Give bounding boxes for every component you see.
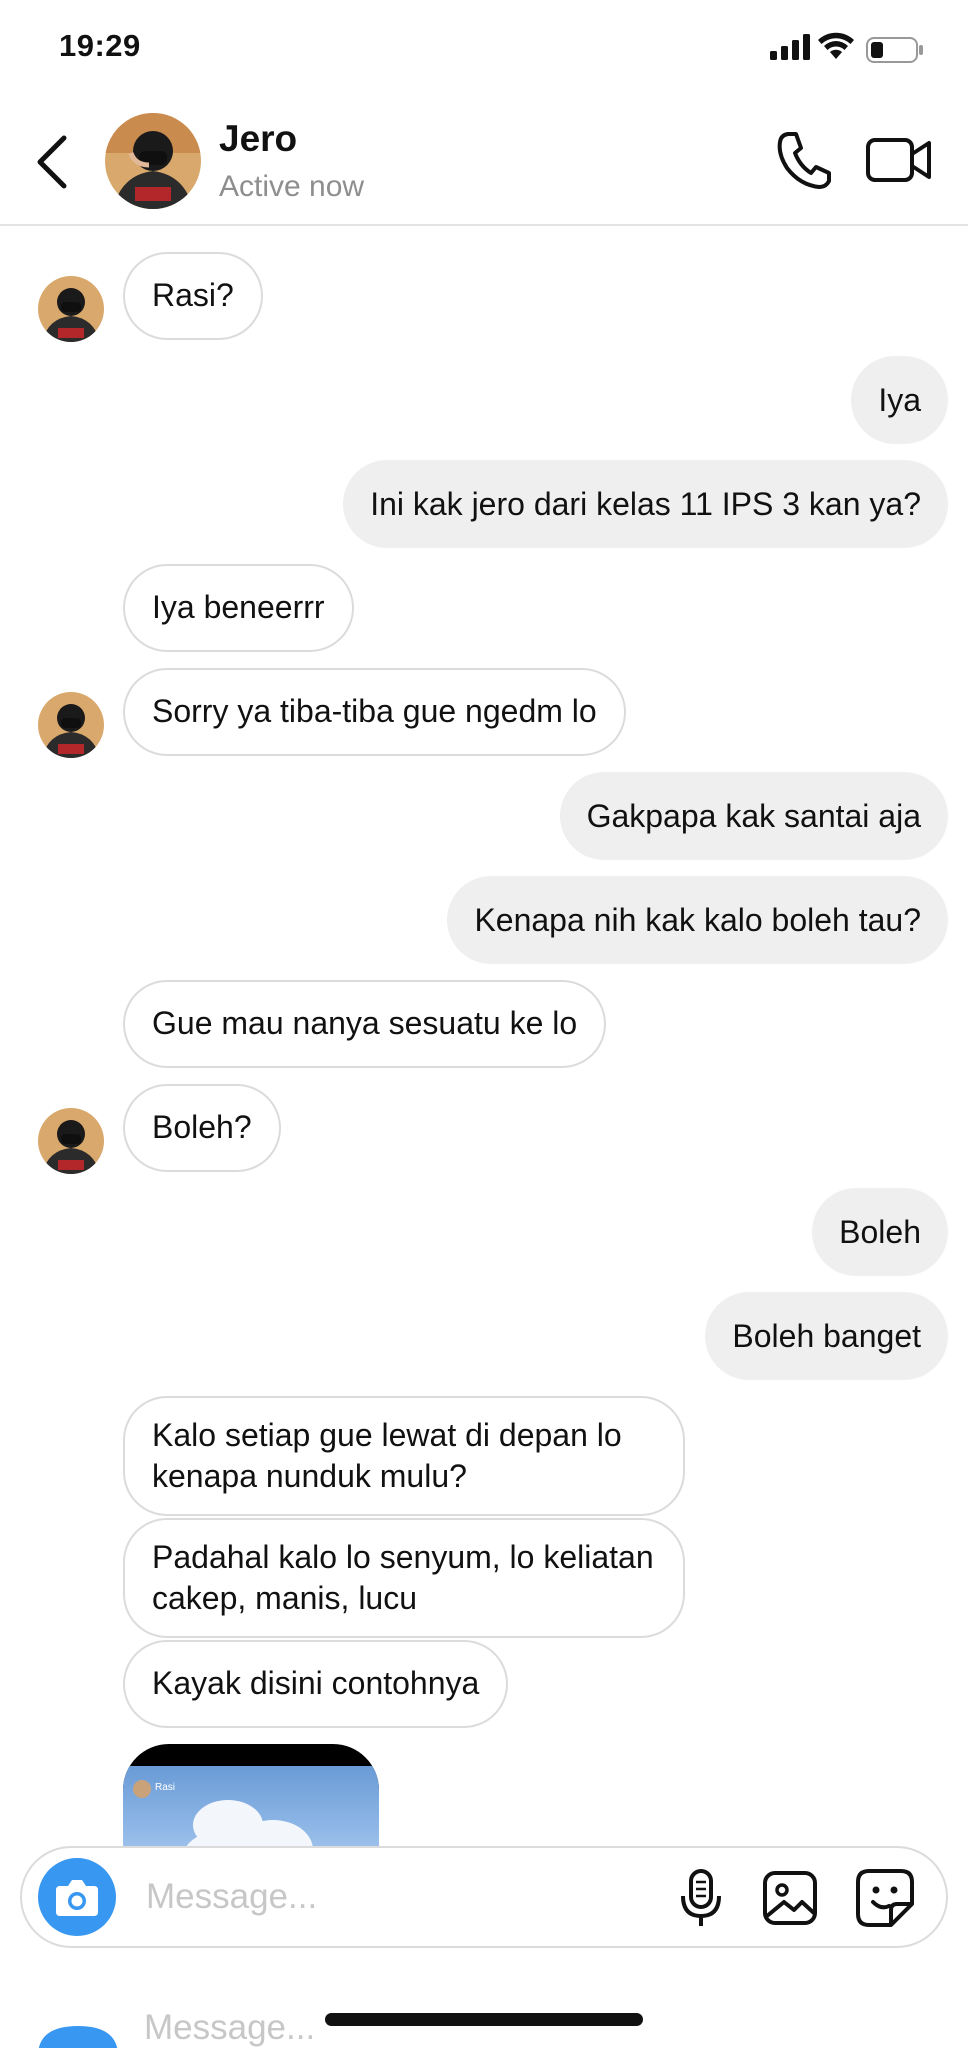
received-message[interactable]: Kalo setiap gue lewat di depan lo kenapa… bbox=[123, 1396, 685, 1516]
sender-avatar[interactable] bbox=[38, 276, 104, 342]
received-message[interactable]: Padahal kalo lo senyum, lo keliatan cake… bbox=[123, 1518, 685, 1638]
battery-icon bbox=[866, 37, 923, 63]
back-chevron-icon[interactable] bbox=[30, 130, 74, 194]
video-call-icon[interactable] bbox=[865, 134, 933, 186]
contact-name[interactable]: Jero bbox=[219, 118, 297, 160]
sender-avatar[interactable] bbox=[38, 692, 104, 758]
sent-message[interactable]: Boleh banget bbox=[705, 1292, 948, 1380]
status-time: 19:29 bbox=[59, 28, 141, 63]
home-indicator[interactable] bbox=[325, 2013, 643, 2026]
phone-call-icon[interactable] bbox=[776, 130, 832, 190]
contact-status: Active now bbox=[219, 170, 365, 203]
camera-button[interactable] bbox=[38, 1858, 116, 1936]
post-author-avatar bbox=[133, 1780, 151, 1798]
status-bar: 19:29 bbox=[0, 0, 968, 100]
sticker-icon[interactable] bbox=[855, 1868, 915, 1928]
sky-photo: Rasi bbox=[123, 1766, 379, 1848]
received-message[interactable]: Gue mau nanya sesuatu ke lo bbox=[123, 980, 607, 1068]
message-input[interactable] bbox=[146, 1868, 646, 1926]
camera-icon bbox=[56, 1880, 98, 1916]
sent-message[interactable]: Iya bbox=[851, 356, 948, 444]
gallery-icon[interactable] bbox=[762, 1870, 818, 1926]
sender-avatar[interactable] bbox=[38, 1108, 104, 1174]
received-message[interactable]: Rasi? bbox=[123, 252, 263, 340]
cellular-signal-icon bbox=[770, 34, 810, 60]
ghost-placeholder: Message... bbox=[144, 2008, 316, 2047]
profile-photo-icon bbox=[38, 1108, 104, 1174]
profile-photo-icon bbox=[105, 113, 201, 209]
profile-photo-icon bbox=[38, 692, 104, 758]
chat-header: Jero Active now bbox=[0, 100, 968, 226]
microphone-icon[interactable] bbox=[678, 1868, 724, 1928]
sent-message[interactable]: Gakpapa kak santai aja bbox=[559, 772, 948, 860]
sent-message[interactable]: Boleh bbox=[812, 1188, 948, 1276]
profile-photo-icon bbox=[38, 276, 104, 342]
received-message[interactable]: Iya beneerrr bbox=[123, 564, 354, 652]
received-message[interactable]: Sorry ya tiba-tiba gue ngedm lo bbox=[123, 668, 626, 756]
received-message[interactable]: Kayak disini contohnya bbox=[123, 1640, 509, 1728]
sent-message[interactable]: Kenapa nih kak kalo boleh tau? bbox=[447, 876, 948, 964]
sent-message[interactable]: Ini kak jero dari kelas 11 IPS 3 kan ya? bbox=[343, 460, 948, 548]
contact-avatar[interactable] bbox=[105, 113, 201, 209]
post-author-name: Rasi bbox=[155, 1782, 176, 1793]
wifi-icon bbox=[818, 32, 854, 59]
received-message[interactable]: Boleh? bbox=[123, 1084, 281, 1172]
shared-post-image[interactable]: Rasi bbox=[123, 1744, 379, 1848]
camera-icon bbox=[38, 2026, 118, 2048]
message-composer bbox=[20, 1846, 948, 1948]
